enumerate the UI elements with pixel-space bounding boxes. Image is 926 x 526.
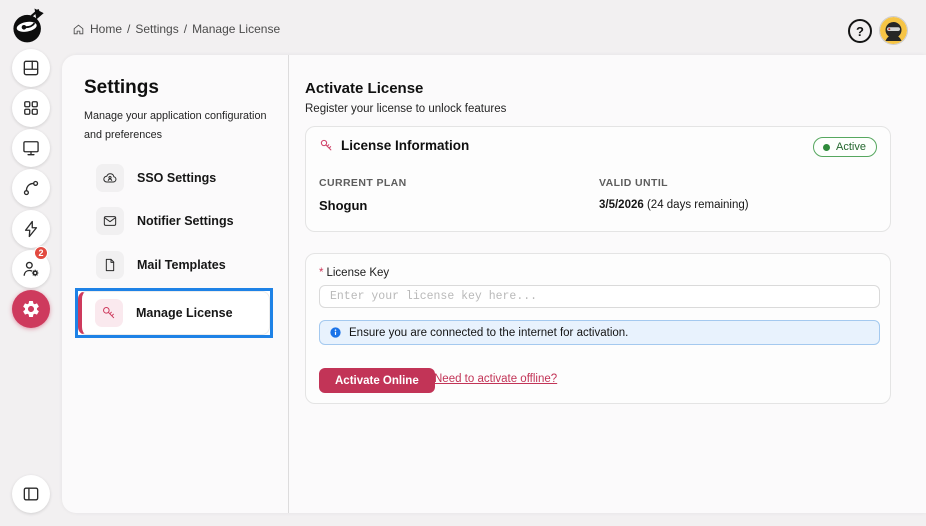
sidebar-item-label: Mail Templates: [137, 258, 226, 272]
activation-card: *License Key Ensure you are connected to…: [305, 253, 891, 404]
sidebar-item-label: Manage License: [136, 306, 233, 320]
apps-grid-icon: [24, 101, 38, 115]
app-window: 2 Home / Settings / Manage License ? Set…: [0, 0, 926, 526]
rail-pipeline-button[interactable]: [12, 169, 50, 207]
page-subtitle: Register your license to unlock features: [305, 103, 507, 115]
breadcrumb-item-home[interactable]: Home: [90, 22, 122, 36]
content-sheet: Settings Manage your application configu…: [62, 55, 926, 513]
breadcrumb-item-settings[interactable]: Settings: [135, 22, 178, 36]
sidebar-item-label: Notifier Settings: [137, 214, 234, 228]
envelope-icon: [96, 207, 124, 235]
valid-until-note: (24 days remaining): [646, 199, 749, 211]
focus-ring: Manage License: [75, 288, 273, 338]
document-icon: [96, 251, 124, 279]
monitor-icon: [23, 141, 39, 156]
panel-divider: [288, 55, 289, 513]
settings-panel-description: Manage your application configuration an…: [84, 110, 267, 141]
status-dot-icon: [823, 143, 831, 151]
license-key-label: * License Key: [319, 267, 390, 279]
lightning-bolt-icon: [24, 220, 38, 238]
settings-gear-icon: [23, 301, 39, 317]
key-icon: [95, 299, 123, 327]
valid-until-date: 3/5/2026: [599, 199, 644, 211]
license-key-input[interactable]: [319, 285, 880, 308]
breadcrumb: Home / Settings / Manage License: [72, 22, 280, 36]
sidebar-item-sso-settings[interactable]: SSO Settings: [80, 158, 276, 198]
cloud-user-icon: [96, 164, 124, 192]
user-avatar[interactable]: [880, 17, 907, 44]
rail-dashboard-button[interactable]: [12, 49, 50, 87]
sidebar-item-manage-license[interactable]: Manage License: [78, 291, 270, 335]
git-branch-icon: [23, 180, 39, 196]
breadcrumb-separator: /: [183, 22, 188, 36]
rail-collapse-button[interactable]: [12, 475, 50, 513]
notification-badge: 2: [34, 246, 48, 260]
sidebar-item-notifier-settings[interactable]: Notifier Settings: [80, 201, 276, 241]
breadcrumb-separator: /: [127, 22, 131, 36]
info-banner-text: Ensure you are connected to the internet…: [349, 326, 629, 339]
sidebar-item-mail-templates[interactable]: Mail Templates: [80, 245, 276, 285]
rail-automation-button[interactable]: [12, 210, 50, 248]
sidebar-item-label: SSO Settings: [137, 171, 217, 185]
activate-offline-link[interactable]: Need to activate offline?: [434, 373, 557, 385]
rail-apps-button[interactable]: [12, 89, 50, 127]
current-plan-value: Shogun: [319, 198, 368, 213]
valid-until-label: VALID UNTIL: [599, 177, 668, 189]
info-icon: [330, 327, 341, 338]
ninja-logo[interactable]: [7, 3, 51, 47]
help-icon[interactable]: ?: [848, 19, 872, 43]
key-icon: [320, 139, 332, 151]
info-banner: Ensure you are connected to the internet…: [319, 320, 880, 345]
rail-settings-button[interactable]: [12, 290, 50, 328]
license-information-card: License Information Active CURRENT PLAN …: [305, 126, 891, 232]
status-badge: Active: [813, 137, 877, 157]
valid-until-value: 3/5/2026 (24 days remaining): [599, 199, 749, 211]
panel-toggle-icon: [23, 487, 39, 501]
user-gear-icon: [23, 261, 39, 277]
home-icon: [73, 24, 84, 34]
required-asterisk: *: [319, 267, 324, 279]
license-information-header: License Information: [319, 138, 469, 153]
activate-online-button[interactable]: Activate Online: [319, 368, 435, 393]
license-information-title: License Information: [341, 138, 470, 153]
breadcrumb-item-current: Manage License: [192, 22, 281, 36]
page-title: Activate License: [305, 80, 424, 97]
status-badge-label: Active: [836, 141, 866, 153]
rail-monitor-button[interactable]: [12, 129, 50, 167]
settings-panel-title: Settings: [84, 77, 159, 98]
dashboard-layout-icon: [23, 60, 39, 76]
current-plan-label: CURRENT PLAN: [319, 177, 407, 189]
